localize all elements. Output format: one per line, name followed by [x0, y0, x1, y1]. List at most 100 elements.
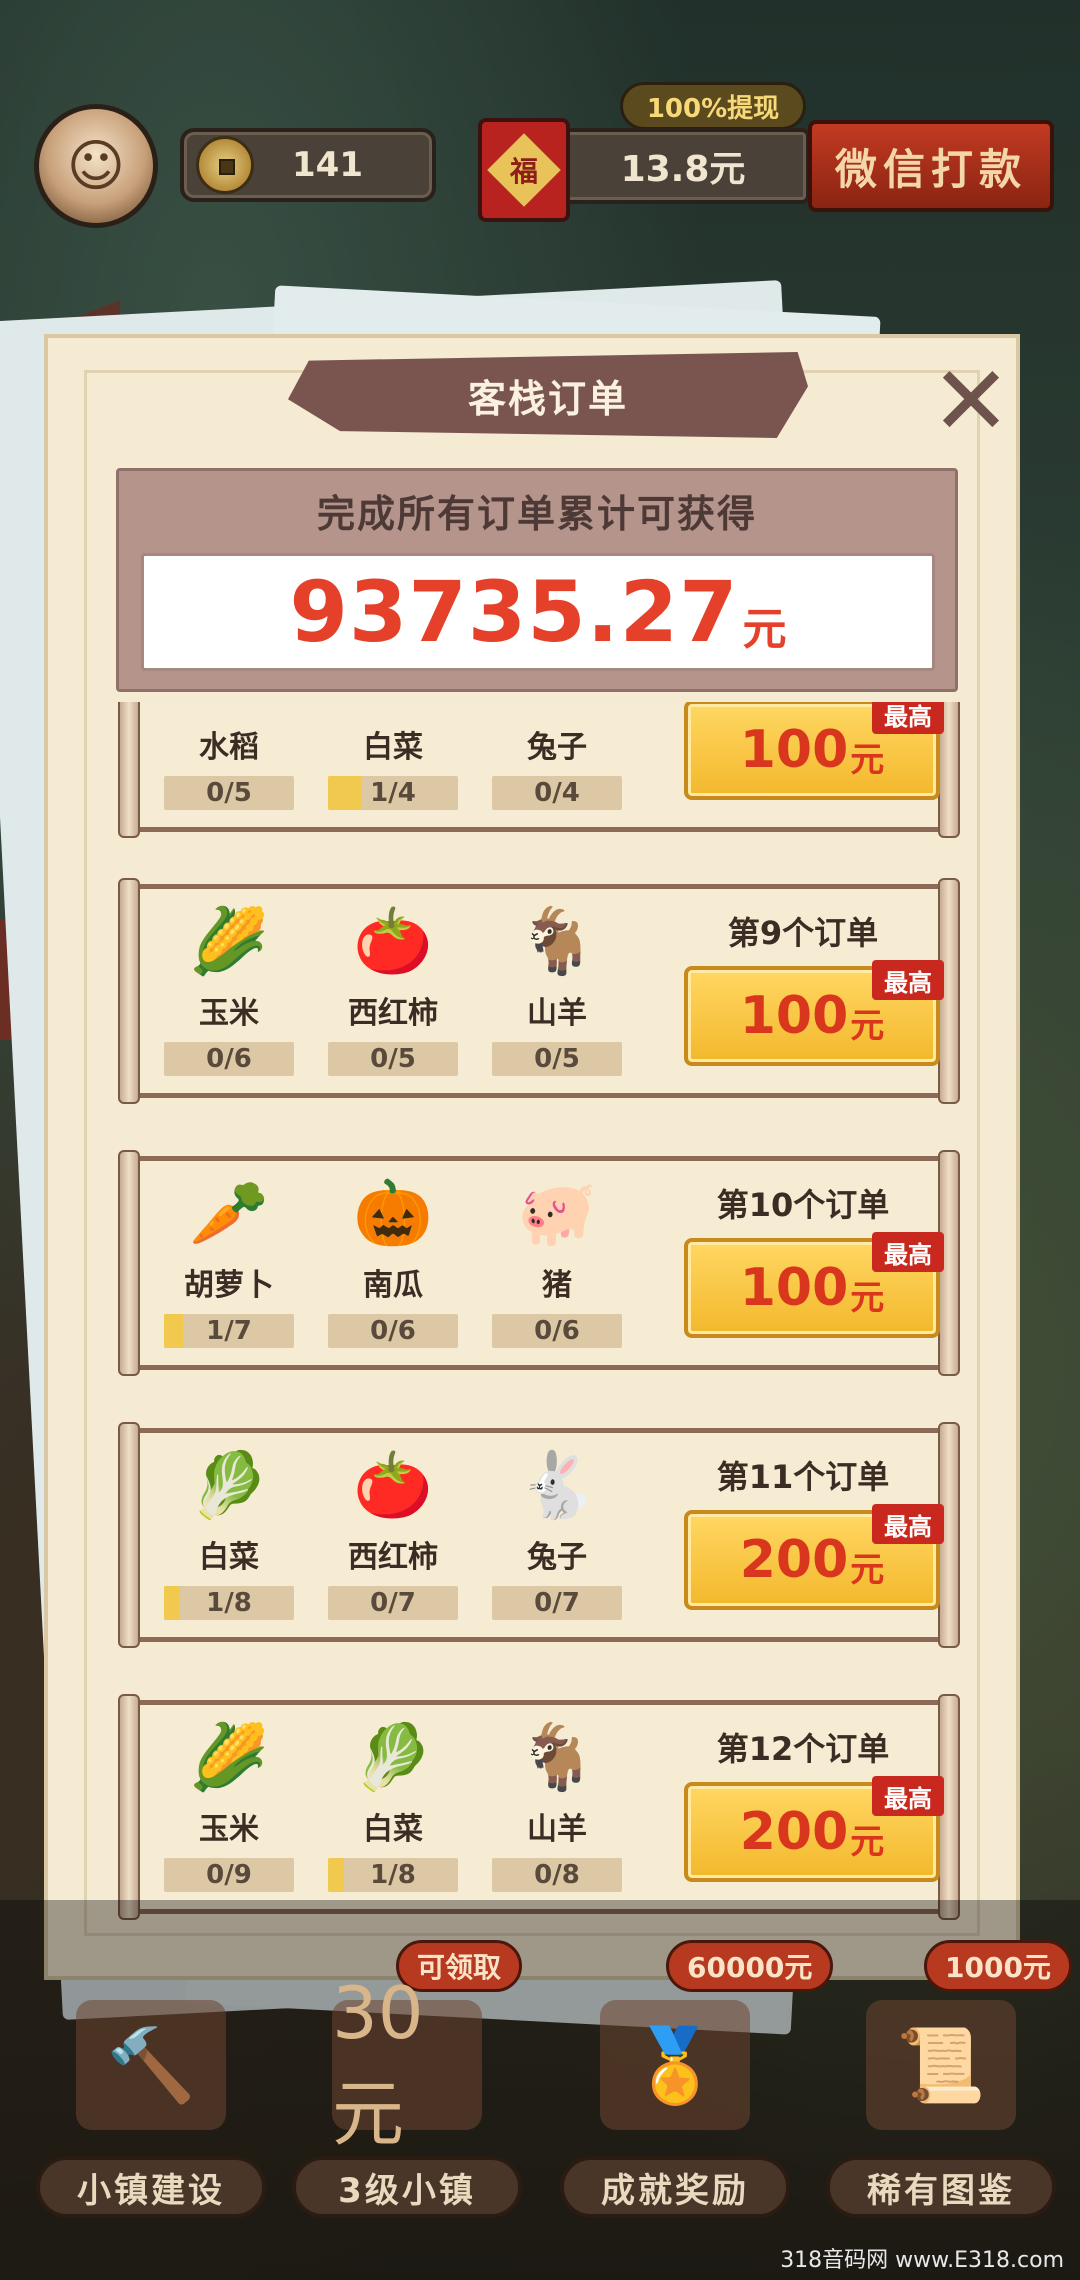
item-progress-text: 0/6 [206, 1044, 252, 1074]
item-progress-bar: 0/9 [164, 1858, 294, 1892]
order-reward-button[interactable]: 100 元 最高 [684, 702, 944, 800]
bottom-nav-item[interactable]: 🔨 小镇建设 [36, 1940, 266, 2240]
bottom-nav-label: 3级小镇 [292, 2156, 522, 2218]
cabbage-icon: 🥬 [353, 1721, 433, 1795]
reward-unit: 元 [850, 1821, 885, 1862]
rabbit-icon [517, 702, 597, 716]
pumpkin-icon: 🎃 [353, 1177, 433, 1251]
order-item: 🍅 西红柿 0/7 [328, 1446, 458, 1636]
item-name: 山羊 [527, 996, 587, 1031]
bottom-nav-badge: 60000元 [666, 1940, 834, 1992]
max-tag: 最高 [872, 1776, 944, 1816]
summary-value-box: 93735.27 元 [141, 553, 935, 671]
item-name: 山羊 [527, 1812, 587, 1847]
item-progress-bar: 0/5 [492, 1042, 622, 1076]
player-avatar[interactable]: ☺ [34, 104, 158, 228]
order-card: 🥕 胡萝卜 1/7 🎃 南瓜 0/6 🐖 猪 0/6 第10个订单 100 元 最高 [118, 1150, 960, 1376]
order-item: 水稻 0/5 [164, 702, 294, 826]
item-progress-text: 0/7 [534, 1588, 580, 1618]
summary-value: 93735.27 [289, 563, 739, 661]
order-item: 🌽 玉米 0/6 [164, 902, 294, 1092]
close-icon[interactable]: ✕ [928, 353, 1014, 449]
corn-icon: 🌽 [189, 1721, 269, 1795]
bottom-nav-label: 小镇建设 [36, 2156, 266, 2218]
item-progress-bar: 0/6 [328, 1314, 458, 1348]
order-reward-button[interactable]: 100 元 最高 [684, 960, 944, 1066]
order-card: 🌽 玉米 0/9 🥬 白菜 1/8 🐐 山羊 0/8 第12个订单 200 元 最高 [118, 1694, 960, 1920]
reward-amount: 100 [739, 720, 849, 780]
goat-icon: 🐐 [517, 905, 597, 979]
max-tag: 最高 [872, 960, 944, 1000]
reward-amount: 200 [739, 1802, 849, 1862]
item-progress-bar: 0/6 [164, 1042, 294, 1076]
max-tag: 最高 [872, 702, 944, 734]
item-progress-bar: 0/7 [492, 1586, 622, 1620]
withdraw-tag: 100%提现 [620, 82, 806, 130]
order-list[interactable]: 水稻 0/5 白菜 1/4 兔子 0/4 100 元最高 🌽 玉米 0/6 🍅 西红柿 0/5 🐐 山羊 0/5… [88, 702, 988, 1942]
reward-unit: 元 [850, 739, 885, 780]
cash-balance: 13.8元 [556, 128, 810, 204]
bottom-nav-item[interactable]: 可领取 30元 3级小镇 [292, 1940, 523, 2240]
reward-unit: 元 [850, 1277, 885, 1318]
reward-unit: 元 [850, 1005, 885, 1046]
order-card: 🌽 玉米 0/6 🍅 西红柿 0/5 🐐 山羊 0/5 第9个订单 100 元 最高 [118, 878, 960, 1104]
order-item: 兔子 0/4 [492, 702, 622, 826]
bottom-nav-item[interactable]: 60000元 🏅 成就奖励 [560, 1940, 834, 2240]
item-name: 白菜 [199, 1540, 259, 1575]
order-item: 🐇 兔子 0/7 [492, 1446, 622, 1636]
item-progress-text: 1/8 [370, 1860, 416, 1890]
avatar-face-icon: ☺ [66, 133, 126, 199]
order-reward-button[interactable]: 200 元 最高 [684, 1504, 944, 1610]
item-progress-bar: 1/8 [164, 1586, 294, 1620]
scroll-rod-left [118, 1150, 140, 1376]
red-envelope-icon[interactable]: 福 [478, 118, 570, 222]
item-progress-text: 0/7 [370, 1588, 416, 1618]
order-item: 🥕 胡萝卜 1/7 [164, 1174, 294, 1364]
summary-label: 完成所有订单累计可获得 [316, 491, 757, 536]
tomato-icon: 🍅 [353, 1449, 433, 1523]
summary-unit: 元 [742, 604, 787, 655]
item-progress-text: 1/7 [206, 1316, 252, 1346]
max-tag: 最高 [872, 1504, 944, 1544]
item-progress-text: 0/9 [206, 1860, 252, 1890]
order-title: 第9个订单 [727, 914, 879, 952]
scroll-rod-left [118, 1422, 140, 1648]
item-progress-bar: 0/8 [492, 1858, 622, 1892]
item-progress-text: 0/5 [370, 1044, 416, 1074]
tomato-icon: 🍅 [353, 905, 433, 979]
order-title: 第11个订单 [716, 1458, 890, 1496]
item-progress-text: 1/4 [370, 778, 416, 808]
item-name: 胡萝卜 [184, 1268, 274, 1303]
reward-unit: 元 [850, 1549, 885, 1590]
item-progress-text: 0/6 [370, 1316, 416, 1346]
order-item: 🐖 猪 0/6 [492, 1174, 622, 1364]
hammer-icon: 🔨 [76, 2000, 226, 2130]
item-progress-bar: 1/4 [328, 776, 458, 810]
medal-icon: 🏅 [600, 2000, 750, 2130]
bottom-nav-item[interactable]: 1000元 📜 稀有图鉴 [826, 1940, 1072, 2240]
scroll-rod-left [118, 878, 140, 1104]
item-progress-text: 0/4 [534, 778, 580, 808]
scroll-rod-left [118, 1694, 140, 1920]
bottom-nav-badge: 1000元 [924, 1940, 1072, 1992]
town-gate-icon: 30元 [332, 1971, 482, 2156]
rice-icon [189, 702, 269, 716]
scroll-book-icon: 📜 [866, 2000, 1016, 2130]
item-name: 水稻 [199, 730, 259, 765]
item-name: 玉米 [199, 996, 259, 1031]
order-item: 🎃 南瓜 0/6 [328, 1174, 458, 1364]
order-reward-button[interactable]: 200 元 最高 [684, 1776, 944, 1882]
order-card: 水稻 0/5 白菜 1/4 兔子 0/4 100 元 最高 [118, 702, 960, 838]
order-reward-button[interactable]: 100 元 最高 [684, 1232, 944, 1338]
item-name: 玉米 [199, 1812, 259, 1847]
order-item: 白菜 1/4 [328, 702, 458, 826]
item-name: 白菜 [363, 1812, 423, 1847]
reward-amount: 100 [739, 1258, 849, 1318]
order-item: 🐐 山羊 0/5 [492, 902, 622, 1092]
order-item: 🍅 西红柿 0/5 [328, 902, 458, 1092]
cabbage-icon: 🥬 [189, 1449, 269, 1523]
order-item: 🐐 山羊 0/8 [492, 1718, 622, 1908]
item-progress-text: 0/6 [534, 1316, 580, 1346]
wechat-payout-button[interactable]: 微信打款 [808, 120, 1054, 212]
item-name: 西红柿 [348, 1540, 438, 1575]
